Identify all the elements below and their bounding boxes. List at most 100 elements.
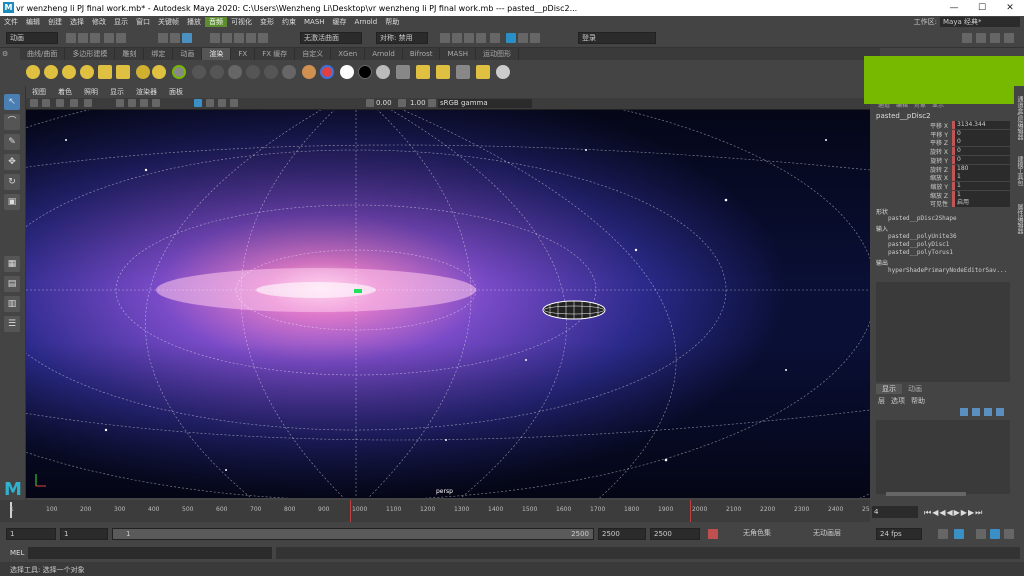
menu-item[interactable]: 选择	[66, 17, 88, 27]
minimize-icon[interactable]: —	[940, 0, 968, 16]
outliner-layout-icon[interactable]: ▥	[4, 296, 20, 312]
menu-item[interactable]: 可视化	[227, 17, 256, 27]
attribute-editor-icon[interactable]	[976, 33, 986, 43]
animation-start-field[interactable]: 1	[6, 528, 56, 540]
side-tab-modeling-toolkit[interactable]: 建模工具包	[1014, 156, 1024, 186]
gamma-value[interactable]: 1.00	[410, 99, 426, 107]
shelf-tab[interactable]: MASH	[440, 48, 477, 60]
symmetry-dropdown[interactable]: 对称: 禁用	[376, 32, 428, 44]
mel-input[interactable]	[28, 547, 272, 559]
attribute-value[interactable]: 1	[952, 173, 1010, 182]
live-surface-field[interactable]: 无激活曲面	[300, 32, 362, 44]
open-scene-icon[interactable]	[78, 33, 88, 43]
select-component-icon[interactable]	[182, 33, 192, 43]
move-down-icon[interactable]	[996, 408, 1004, 416]
side-tab-attribute-editor[interactable]: 属性编辑器	[1014, 204, 1024, 234]
attribute-value[interactable]: 0	[952, 155, 1010, 164]
camera-select-icon[interactable]	[30, 99, 38, 107]
camera-icon[interactable]	[136, 65, 150, 79]
menu-item[interactable]: 创建	[44, 17, 66, 27]
menu-item[interactable]: 约束	[278, 17, 300, 27]
modeling-toolkit-icon[interactable]	[962, 33, 972, 43]
gamma-icon[interactable]	[398, 99, 406, 107]
wireframe-on-shaded-icon[interactable]	[140, 99, 148, 107]
shelf-tab[interactable]: 绑定	[144, 48, 174, 60]
channel-attribute-row[interactable]: 旋转 Z 180	[880, 164, 1010, 174]
time-slider[interactable]: 1 100 200 300 400 500 600 700 800 900 1000 1100 1200…	[0, 500, 870, 522]
menu-item[interactable]: 显示	[110, 17, 132, 27]
light-editor-icon[interactable]	[416, 65, 430, 79]
light-link-icon[interactable]	[152, 65, 166, 79]
attribute-value[interactable]: 1	[952, 181, 1010, 190]
ramp-shader-icon[interactable]	[282, 65, 296, 79]
menu-item[interactable]: 变形	[256, 17, 278, 27]
layer-scrollbar[interactable]	[886, 492, 966, 496]
input-node[interactable]: pasted__polyTorus1	[888, 249, 953, 256]
channel-attribute-row[interactable]: 缩放 X 1	[880, 173, 1010, 182]
menu-item[interactable]: 缓存	[329, 17, 351, 27]
menu-set-dropdown[interactable]: 动画	[6, 32, 58, 44]
select-object-icon[interactable]	[170, 33, 180, 43]
attribute-value[interactable]: 启用	[952, 199, 1010, 208]
smooth-shade-icon[interactable]	[128, 99, 136, 107]
animation-end-field[interactable]: 2500	[650, 528, 700, 540]
save-scene-icon[interactable]	[90, 33, 100, 43]
shelf-tab[interactable]: Bifrost	[403, 48, 441, 60]
pause-icon[interactable]	[530, 33, 540, 43]
undo-icon[interactable]	[104, 33, 114, 43]
render-view-icon[interactable]	[440, 33, 450, 43]
arnold-rendering-icon[interactable]	[518, 33, 528, 43]
shelf-tab[interactable]: 运动图形	[476, 48, 520, 60]
rotate-tool-icon[interactable]: ↻	[4, 174, 20, 190]
mel-label[interactable]: MEL	[10, 549, 24, 557]
auto-key-icon[interactable]	[708, 529, 718, 539]
xray-icon[interactable]	[152, 99, 160, 107]
shelf-tab[interactable]: 动画	[173, 48, 203, 60]
channel-attribute-row[interactable]: 平移 Y 0	[880, 129, 1010, 139]
batch-render-icon[interactable]	[476, 65, 490, 79]
attribute-value[interactable]: 0	[952, 147, 1010, 156]
move-tool-icon[interactable]: ✥	[4, 154, 20, 170]
animation-prefs-icon[interactable]	[990, 529, 1000, 539]
shelf-tab[interactable]: XGen	[331, 48, 366, 60]
menu-item[interactable]: 关键帧	[154, 17, 183, 27]
channel-attribute-row[interactable]: 平移 X 3134.344	[880, 121, 1010, 130]
lights-icon[interactable]	[206, 99, 214, 107]
channel-attribute-row[interactable]: 可见性 启用	[880, 199, 1010, 208]
channel-attribute-row[interactable]: 缩放 Z 1	[880, 190, 1010, 200]
scale-tool-icon[interactable]: ▣	[4, 194, 20, 210]
point-light-icon[interactable]	[62, 65, 76, 79]
black-shader-icon[interactable]	[358, 65, 372, 79]
input-node[interactable]: pasted__polyUnite36	[888, 233, 957, 240]
ao-icon[interactable]	[230, 99, 238, 107]
paint-select-icon[interactable]: ✎	[4, 134, 20, 150]
shelf-tab[interactable]: Arnold	[365, 48, 403, 60]
attribute-value[interactable]: 1	[952, 190, 1010, 199]
new-layer-icon[interactable]	[960, 408, 968, 416]
render-layer-icon[interactable]	[436, 65, 450, 79]
four-view-layout-icon[interactable]: ▤	[4, 276, 20, 292]
new-scene-icon[interactable]	[66, 33, 76, 43]
wireframe-icon[interactable]	[116, 99, 124, 107]
attribute-value[interactable]: 0	[952, 138, 1010, 147]
render-region-icon[interactable]	[396, 65, 410, 79]
ipr-icon[interactable]	[496, 65, 510, 79]
menu-item[interactable]: MASH	[300, 18, 329, 26]
menu-item[interactable]: 编辑	[22, 17, 44, 27]
layer-menu-item[interactable]: 选项	[891, 396, 905, 406]
viewport-menu-item[interactable]: 渲染器	[130, 86, 163, 98]
surface-shader-icon[interactable]	[302, 65, 316, 79]
channel-box-icon[interactable]	[1004, 33, 1014, 43]
playback-buttons[interactable]: ⏮◀◀◀▶▶▶⏭	[924, 508, 983, 518]
character-set-dropdown[interactable]: 无角色集	[740, 528, 804, 540]
shelf-tab[interactable]: FX 缓存	[255, 48, 296, 60]
exposure-value[interactable]: 0.00	[376, 99, 392, 107]
select-hierarchy-icon[interactable]	[158, 33, 168, 43]
shelf-tab[interactable]: 渲染	[202, 48, 232, 60]
perspective-viewport[interactable]	[26, 110, 870, 498]
loop-icon[interactable]	[938, 529, 948, 539]
range-slider[interactable]: 1 2500	[112, 528, 594, 540]
menu-item[interactable]: 音频	[205, 17, 227, 27]
maximize-icon[interactable]: ☐	[968, 0, 996, 16]
snap-grid-icon[interactable]	[210, 33, 220, 43]
